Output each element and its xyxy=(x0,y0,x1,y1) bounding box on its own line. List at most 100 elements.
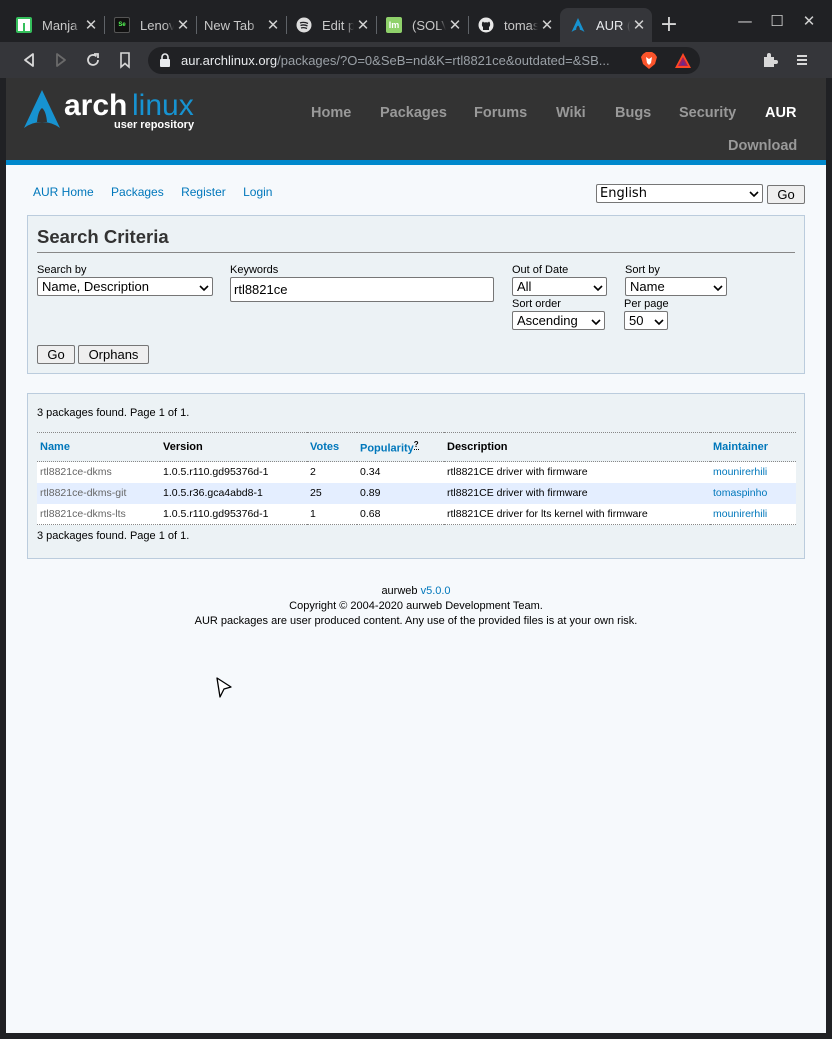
chevron-down-icon xyxy=(199,281,209,292)
maximize-icon[interactable]: ☐ xyxy=(766,10,788,32)
new-tab-button[interactable]: + xyxy=(658,13,680,39)
package-votes: 25 xyxy=(307,482,357,504)
close-icon[interactable]: ✕ xyxy=(630,16,648,34)
subnav-aur-home[interactable]: AUR Home xyxy=(33,185,94,199)
package-version: 1.0.5.r36.gca4abd8-1 xyxy=(160,482,307,504)
package-description: rtl8821CE driver for lts kernel with fir… xyxy=(444,503,710,525)
nav-aur[interactable]: AUR xyxy=(765,105,796,121)
address-bar[interactable]: aur.archlinux.org/packages/?O=0&SeB=nd&K… xyxy=(148,47,700,74)
col-popularity[interactable]: Popularity? xyxy=(357,432,444,462)
tab-new-tab[interactable]: New Tab ✕ xyxy=(196,8,286,42)
subnav-register[interactable]: Register xyxy=(181,185,226,199)
nav-security[interactable]: Security xyxy=(679,105,736,121)
arch-icon xyxy=(570,17,586,33)
bookmark-icon[interactable] xyxy=(115,50,135,70)
linux-mint-icon: lm xyxy=(386,17,402,33)
keywords-input[interactable]: rtl8821ce xyxy=(230,277,494,302)
chevron-down-icon xyxy=(593,281,603,292)
sort-by-label: Sort by xyxy=(625,264,660,276)
page-footer: aurweb v5.0.0 Copyright © 2004-2020 aurw… xyxy=(6,584,826,629)
svg-text:arch: arch xyxy=(64,89,127,122)
close-icon[interactable]: ✕ xyxy=(538,16,556,34)
package-version: 1.0.5.r110.gd95376d-1 xyxy=(160,503,307,525)
search-by-label: Search by xyxy=(37,264,87,276)
table-row: rtl8821ce-dkms-lts 1.0.5.r110.gd95376d-1… xyxy=(37,503,796,525)
nav-packages[interactable]: Packages xyxy=(380,105,447,121)
svg-text:user repository: user repository xyxy=(114,119,195,131)
package-name-link[interactable]: rtl8821ce-dkms-git xyxy=(37,482,160,504)
browser-window: Manja ✕ Se Lenov ✕ New Tab ✕ Edit p ✕ lm… xyxy=(0,0,832,1039)
nav-home[interactable]: Home xyxy=(311,105,351,121)
close-icon[interactable]: ✕ xyxy=(264,16,282,34)
per-page-select[interactable]: 50 xyxy=(624,311,668,330)
chevron-down-icon xyxy=(654,315,664,326)
aur-subnav: AUR Home Packages Register Login xyxy=(33,185,286,199)
nav-wiki[interactable]: Wiki xyxy=(556,105,586,121)
close-icon[interactable]: ✕ xyxy=(446,16,464,34)
tab-spotify[interactable]: Edit p ✕ xyxy=(286,8,376,42)
window-close-icon[interactable]: ✕ xyxy=(798,10,820,32)
results-table: Name Version Votes Popularity? Descripti… xyxy=(37,432,796,525)
language-select[interactable]: English xyxy=(596,184,763,203)
col-name[interactable]: Name xyxy=(37,432,160,462)
package-description: rtl8821CE driver with firmware xyxy=(444,461,710,483)
brave-rewards-icon[interactable] xyxy=(674,52,692,69)
nav-forums[interactable]: Forums xyxy=(474,105,527,121)
sort-order-select[interactable]: Ascending xyxy=(512,311,605,330)
package-votes: 1 xyxy=(307,503,357,525)
spotify-icon xyxy=(296,17,312,33)
nav-bugs[interactable]: Bugs xyxy=(615,105,651,121)
orphans-button[interactable]: Orphans xyxy=(78,345,149,364)
browser-toolbar: aur.archlinux.org/packages/?O=0&SeB=nd&K… xyxy=(0,42,832,78)
language-go-button[interactable]: Go xyxy=(767,185,805,204)
popularity-help[interactable]: ? xyxy=(413,439,419,450)
aurweb-version-link[interactable]: v5.0.0 xyxy=(421,585,451,597)
table-row: rtl8821ce-dkms-git 1.0.5.r36.gca4abd8-1 … xyxy=(37,482,796,504)
results-status-top: 3 packages found. Page 1 of 1. xyxy=(37,407,190,419)
table-header-row: Name Version Votes Popularity? Descripti… xyxy=(37,432,796,462)
per-page-label: Per page xyxy=(624,298,669,310)
url-text: aur.archlinux.org/packages/?O=0&SeB=nd&K… xyxy=(181,53,610,68)
footer-aurweb: aurweb xyxy=(381,585,418,597)
nav-download[interactable]: Download xyxy=(728,138,797,154)
archlinux-logo[interactable]: arch linux user repository xyxy=(22,88,212,132)
footer-notice: AUR packages are user produced content. … xyxy=(194,615,638,627)
extensions-icon[interactable] xyxy=(760,50,780,70)
forward-icon[interactable] xyxy=(51,50,71,70)
close-icon[interactable]: ✕ xyxy=(174,16,192,34)
subnav-packages[interactable]: Packages xyxy=(111,185,164,199)
sort-by-select[interactable]: Name xyxy=(625,277,727,296)
tab-github[interactable]: tomas ✕ xyxy=(468,8,560,42)
tab-linux-mint[interactable]: lm (SOLV ✕ xyxy=(376,8,468,42)
menu-icon[interactable] xyxy=(792,50,812,70)
subnav-login[interactable]: Login xyxy=(243,185,272,199)
lock-icon xyxy=(158,53,172,67)
mouse-cursor-icon xyxy=(214,676,234,700)
col-version: Version xyxy=(160,432,307,462)
tab-lenovo[interactable]: Se Lenov ✕ xyxy=(104,8,196,42)
close-icon[interactable]: ✕ xyxy=(82,16,100,34)
tab-manjaro[interactable]: Manja ✕ xyxy=(6,8,104,42)
tab-aur[interactable]: AUR ( ✕ xyxy=(560,8,652,42)
search-by-select[interactable]: Name, Description xyxy=(37,277,213,296)
close-icon[interactable]: ✕ xyxy=(354,16,372,34)
maintainer-link[interactable]: mounirerhili xyxy=(710,503,796,525)
out-of-date-label: Out of Date xyxy=(512,264,569,276)
package-description: rtl8821CE driver with firmware xyxy=(444,482,710,504)
col-votes[interactable]: Votes xyxy=(307,432,357,462)
footer-copyright: Copyright © 2004-2020 aurweb Development… xyxy=(289,600,543,612)
chevron-down-icon xyxy=(713,281,723,292)
col-maintainer[interactable]: Maintainer xyxy=(710,432,796,462)
search-go-button[interactable]: Go xyxy=(37,345,75,364)
back-icon[interactable] xyxy=(19,50,39,70)
maintainer-link[interactable]: mounirerhili xyxy=(710,461,796,483)
brave-shields-icon[interactable] xyxy=(640,51,658,70)
minimize-icon[interactable]: — xyxy=(734,10,756,32)
results-panel: 3 packages found. Page 1 of 1. Name Vers… xyxy=(27,393,805,559)
out-of-date-select[interactable]: All xyxy=(512,277,607,296)
package-name-link[interactable]: rtl8821ce-dkms-lts xyxy=(37,503,160,525)
reload-icon[interactable] xyxy=(83,50,103,70)
package-name-link[interactable]: rtl8821ce-dkms xyxy=(37,461,160,483)
maintainer-link[interactable]: tomaspinho xyxy=(710,482,796,504)
package-popularity: 0.68 xyxy=(357,503,444,525)
